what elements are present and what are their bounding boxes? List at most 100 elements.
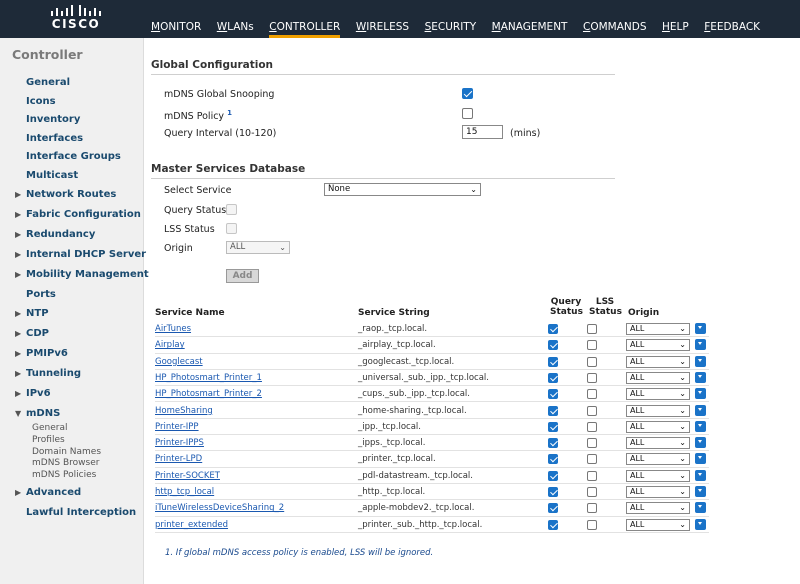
query-status-checkbox[interactable]: [548, 438, 558, 449]
lss-status-checkbox[interactable]: [587, 405, 597, 416]
nav-commands[interactable]: COMMANDS: [583, 0, 647, 38]
sidebar-item-inventory[interactable]: Inventory: [26, 114, 80, 125]
lss-status-checkbox[interactable]: [587, 503, 597, 514]
mdns-global-snooping-checkbox[interactable]: [462, 88, 473, 99]
service-name-link[interactable]: Airplay: [155, 340, 185, 350]
sidebar-item-interface-groups[interactable]: Interface Groups: [26, 151, 121, 162]
nav-help[interactable]: HELP: [662, 0, 689, 38]
expand-arrow-icon[interactable]: ▶: [15, 250, 21, 259]
origin-dropdown[interactable]: ALL ⌄: [626, 469, 690, 482]
sidebar-item-icons[interactable]: Icons: [26, 96, 56, 107]
query-status-checkbox[interactable]: [548, 503, 558, 514]
expand-arrow-icon[interactable]: ▶: [15, 270, 21, 279]
origin-dropdown[interactable]: ALL ⌄: [626, 339, 690, 352]
row-actions-dropdown-icon[interactable]: [695, 323, 706, 334]
origin-dropdown[interactable]: ALL ⌄: [626, 323, 690, 335]
service-name-link[interactable]: printer_extended: [155, 520, 228, 530]
service-name-link[interactable]: http_tcp_local: [155, 487, 214, 497]
query-interval-input[interactable]: 15: [462, 125, 503, 139]
lss-status-checkbox[interactable]: [587, 487, 597, 497]
sidebar-item-ipv6[interactable]: IPv6: [26, 388, 51, 399]
lss-status-checkbox[interactable]: [587, 438, 597, 449]
service-name-link[interactable]: HP_Photosmart_Printer_1: [155, 373, 262, 383]
row-actions-dropdown-icon[interactable]: [695, 437, 706, 449]
origin-dropdown[interactable]: ALL ⌄: [626, 502, 690, 515]
query-status-checkbox[interactable]: [548, 454, 558, 465]
row-actions-dropdown-icon[interactable]: [695, 518, 706, 530]
expand-arrow-icon[interactable]: ▶: [15, 190, 21, 199]
row-actions-dropdown-icon[interactable]: [695, 469, 706, 481]
service-name-link[interactable]: Printer-LPD: [155, 454, 202, 464]
query-status-checkbox[interactable]: [548, 389, 558, 400]
sidebar-item-multicast[interactable]: Multicast: [26, 170, 78, 181]
expand-arrow-icon[interactable]: ▶: [15, 389, 21, 398]
collapse-arrow-icon[interactable]: ▼: [15, 409, 21, 418]
sidebar-item-mdns[interactable]: mDNS: [26, 408, 60, 419]
expand-arrow-icon[interactable]: ▶: [15, 329, 21, 338]
sidebar-subitem-mdns-policies[interactable]: mDNS Policies: [32, 470, 96, 480]
sidebar-item-general[interactable]: General: [26, 77, 70, 88]
lss-status-checkbox[interactable]: [587, 324, 597, 334]
query-status-checkbox[interactable]: [548, 372, 558, 383]
origin-dropdown[interactable]: ALL ⌄: [626, 355, 690, 368]
origin-dropdown[interactable]: ALL ⌄: [626, 518, 690, 531]
lss-status-checkbox[interactable]: [587, 340, 597, 351]
sidebar-item-network-routes[interactable]: Network Routes: [26, 189, 116, 200]
lss-status-checkbox[interactable]: [587, 454, 597, 465]
service-name-link[interactable]: HP_Photosmart_Printer_2: [155, 389, 262, 399]
service-name-link[interactable]: Printer-SOCKET: [155, 471, 220, 481]
lss-status-checkbox[interactable]: [587, 421, 597, 432]
nav-wlans[interactable]: WLANs: [217, 0, 254, 38]
origin-dropdown[interactable]: ALL ⌄: [626, 453, 690, 466]
lss-status-checkbox[interactable]: [587, 389, 597, 400]
expand-arrow-icon[interactable]: ▶: [15, 369, 21, 378]
query-status-checkbox[interactable]: [548, 324, 558, 334]
origin-dropdown[interactable]: ALL ⌄: [626, 371, 690, 384]
row-actions-dropdown-icon[interactable]: [695, 355, 706, 367]
service-name-link[interactable]: HomeSharing: [155, 406, 213, 416]
nav-monitor[interactable]: MONITOR: [151, 0, 201, 38]
service-name-link[interactable]: Printer-IPPS: [155, 438, 204, 448]
sidebar-subitem-profiles[interactable]: Profiles: [32, 435, 65, 445]
service-name-link[interactable]: iTuneWirelessDeviceSharing_2: [155, 503, 284, 513]
sidebar-item-tunneling[interactable]: Tunneling: [26, 368, 81, 379]
origin-dropdown[interactable]: ALL ⌄: [626, 388, 690, 401]
expand-arrow-icon[interactable]: ▶: [15, 309, 21, 318]
sidebar-item-cdp[interactable]: CDP: [26, 328, 49, 339]
row-actions-dropdown-icon[interactable]: [695, 420, 706, 432]
query-status-checkbox[interactable]: [548, 421, 558, 432]
origin-dropdown[interactable]: ALL ⌄: [626, 420, 690, 433]
nav-management[interactable]: MANAGEMENT: [492, 0, 568, 38]
sidebar-item-ports[interactable]: Ports: [26, 289, 56, 300]
nav-security[interactable]: SECURITY: [425, 0, 477, 38]
sidebar-subitem-mdns-browser[interactable]: mDNS Browser: [32, 458, 99, 468]
row-actions-dropdown-icon[interactable]: [695, 404, 706, 416]
query-status-checkbox[interactable]: [548, 470, 558, 481]
origin-dropdown[interactable]: ALL ⌄: [626, 437, 690, 450]
expand-arrow-icon[interactable]: ▶: [15, 210, 21, 219]
query-status-checkbox[interactable]: [548, 405, 558, 416]
lss-status-checkbox[interactable]: [587, 519, 597, 530]
sidebar-item-fabric-configuration[interactable]: Fabric Configuration: [26, 209, 141, 220]
nav-feedback[interactable]: FEEDBACK: [704, 0, 760, 38]
expand-arrow-icon[interactable]: ▶: [15, 230, 21, 239]
query-status-checkbox[interactable]: [226, 204, 237, 215]
service-name-link[interactable]: AirTunes: [155, 324, 191, 334]
origin-dropdown[interactable]: ALL ⌄: [226, 241, 290, 254]
row-actions-dropdown-icon[interactable]: [695, 502, 706, 514]
sidebar-subitem-general[interactable]: General: [32, 423, 67, 433]
service-name-link[interactable]: Printer-IPP: [155, 422, 199, 432]
sidebar-item-redundancy[interactable]: Redundancy: [26, 229, 95, 240]
nav-controller[interactable]: CONTROLLER: [269, 0, 341, 38]
add-button[interactable]: Add: [226, 269, 259, 283]
origin-dropdown[interactable]: ALL ⌄: [626, 486, 690, 498]
sidebar-item-interfaces[interactable]: Interfaces: [26, 133, 83, 144]
sidebar-item-internal-dhcp-server[interactable]: Internal DHCP Server: [26, 249, 146, 260]
lss-status-checkbox[interactable]: [226, 223, 237, 234]
expand-arrow-icon[interactable]: ▶: [15, 488, 21, 497]
query-status-checkbox[interactable]: [548, 487, 558, 497]
mdns-policy-checkbox[interactable]: [462, 108, 473, 119]
nav-wireless[interactable]: WIRELESS: [356, 0, 409, 38]
origin-dropdown[interactable]: ALL ⌄: [626, 404, 690, 417]
query-status-checkbox[interactable]: [548, 340, 558, 351]
